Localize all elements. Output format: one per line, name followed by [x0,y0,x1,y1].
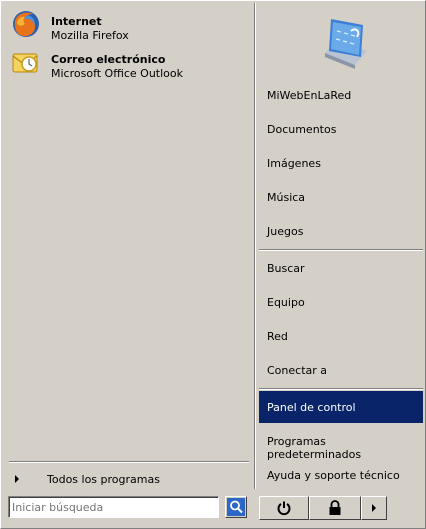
bottom-bar [3,491,425,527]
pinned-item-internet[interactable]: Internet Mozilla Firefox [9,7,249,42]
place-item-label: Buscar [267,262,305,275]
place-item-ayuda-y-soporte[interactable]: Ayuda y soporte técnico [259,459,423,491]
place-item-miwebenlared[interactable]: MiWebEnLaRed [259,79,423,111]
place-item-conectar-a[interactable]: Conectar a [259,354,423,386]
place-item-label: Juegos [267,225,304,238]
place-item-documentos[interactable]: Documentos [259,113,423,145]
place-item-label: Panel de control [267,401,356,414]
lock-button[interactable] [309,496,361,520]
start-menu: Internet Mozilla Firefox Correo electrón… [0,0,426,529]
pinned-item-title: Internet [51,15,102,28]
place-item-musica[interactable]: Música [259,181,423,213]
shutdown-options-button[interactable] [361,496,387,520]
outlook-icon [11,47,41,77]
places-divider [259,249,423,251]
place-item-juegos[interactable]: Juegos [259,215,423,247]
all-programs-divider [9,461,249,463]
pinned-item-subtitle: Mozilla Firefox [51,29,129,42]
places-divider [259,388,423,390]
arrow-right-icon [15,475,19,483]
pinned-item-title: Correo electrónico [51,53,166,66]
pinned-programs-pane: Internet Mozilla Firefox Correo electrón… [3,3,253,489]
place-item-label: Ayuda y soporte técnico [267,469,400,482]
place-item-imagenes[interactable]: Imágenes [259,147,423,179]
pinned-item-subtitle: Microsoft Office Outlook [51,67,183,80]
place-item-buscar[interactable]: Buscar [259,252,423,284]
user-picture-icon[interactable] [311,11,375,75]
search-input[interactable] [12,498,212,516]
arrow-right-icon [372,504,376,512]
search-button[interactable] [225,496,247,518]
place-item-label: Documentos [267,123,337,136]
all-programs-button[interactable]: Todos los programas [9,467,249,489]
place-item-label: Conectar a [267,364,328,377]
place-item-label: MiWebEnLaRed [267,89,352,102]
lock-icon [329,500,341,515]
place-item-label: Programas predeterminados [267,435,362,461]
power-button[interactable] [259,496,309,520]
place-item-equipo[interactable]: Equipo [259,286,423,318]
place-item-label: Imágenes [267,157,321,170]
place-item-label: Equipo [267,296,305,309]
place-item-label: Red [267,330,288,343]
place-item-label: Música [267,191,306,204]
firefox-icon [11,9,41,39]
place-item-programas-predeterminados[interactable]: Programas predeterminados [259,425,423,461]
places-pane: MiWebEnLaRed Documentos Imágenes Música … [257,3,425,489]
power-icon [277,501,291,516]
pane-divider [254,3,256,489]
place-item-panel-de-control[interactable]: Panel de control [259,391,423,423]
pinned-item-email[interactable]: Correo electrónico Microsoft Office Outl… [9,45,249,80]
place-item-red[interactable]: Red [259,320,423,352]
all-programs-label: Todos los programas [47,473,160,486]
search-field[interactable] [8,496,219,518]
